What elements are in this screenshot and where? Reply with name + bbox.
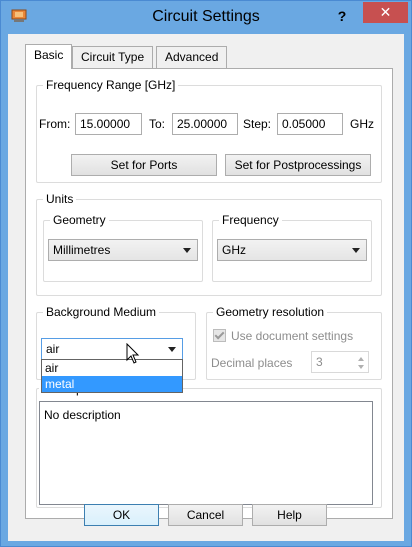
- geometry-resolution-title: Geometry resolution: [213, 305, 328, 319]
- step-input[interactable]: 0.05000: [277, 113, 343, 135]
- help-button[interactable]: Help: [252, 504, 327, 526]
- frequency-range-group: Frequency Range [GHz] From: 15.00000 To:…: [36, 78, 382, 183]
- units-title: Units: [43, 192, 77, 206]
- tab-panel-basic: Frequency Range [GHz] From: 15.00000 To:…: [25, 68, 393, 519]
- background-medium-group: Background Medium air air metal: [36, 305, 196, 393]
- title-bar[interactable]: Circuit Settings ? ✕: [1, 1, 411, 34]
- geometry-unit-value: Millimetres: [53, 243, 111, 257]
- tab-circuit-type[interactable]: Circuit Type: [72, 46, 154, 68]
- spin-up-icon[interactable]: [356, 355, 366, 363]
- to-input[interactable]: 25.00000: [172, 113, 238, 135]
- to-label: To:: [149, 117, 166, 131]
- geometry-unit-select[interactable]: Millimetres: [48, 239, 198, 261]
- background-medium-dropdown: air metal: [41, 359, 183, 393]
- dropdown-option-air[interactable]: air: [42, 360, 182, 376]
- ok-button[interactable]: OK: [84, 504, 159, 526]
- decimal-places-value: 3: [316, 355, 323, 369]
- use-document-settings-checkbox[interactable]: [213, 329, 226, 342]
- decimal-places-label: Decimal places: [211, 356, 293, 370]
- description-textarea[interactable]: No description: [39, 401, 373, 505]
- frequency-range-title: Frequency Range [GHz]: [43, 78, 179, 92]
- tab-basic[interactable]: Basic: [25, 44, 73, 69]
- cancel-button[interactable]: Cancel: [168, 504, 243, 526]
- dropdown-option-metal[interactable]: metal: [42, 376, 182, 392]
- set-for-postprocessings-button[interactable]: Set for Postprocessings: [225, 154, 371, 176]
- geometry-title: Geometry: [50, 213, 109, 227]
- frequency-unit-select[interactable]: GHz: [217, 239, 367, 261]
- dialog-window: Circuit Settings ? ✕ Basic Circuit Type …: [0, 0, 412, 547]
- chevron-down-icon: [168, 347, 176, 352]
- frequency-unit-title: Frequency: [219, 213, 282, 227]
- background-medium-title: Background Medium: [43, 305, 160, 319]
- geometry-resolution-group: Geometry resolution Use document setting…: [206, 305, 382, 380]
- decimal-places-spinbox[interactable]: 3: [311, 351, 369, 373]
- mouse-cursor-icon: [126, 343, 140, 364]
- background-medium-select[interactable]: air: [41, 338, 183, 360]
- from-label: From:: [39, 117, 71, 131]
- description-group: Description No description: [36, 382, 382, 508]
- units-group: Units Geometry Millimetres Frequency GHz: [36, 192, 382, 296]
- chevron-down-icon: [352, 248, 360, 253]
- description-text: No description: [44, 408, 121, 422]
- chevron-down-icon: [183, 248, 191, 253]
- background-medium-value: air: [46, 342, 60, 356]
- step-label: Step:: [243, 117, 272, 131]
- dialog-client-area: Basic Circuit Type Advanced Frequency Ra…: [8, 34, 404, 541]
- frequency-unit-group: Frequency GHz: [212, 213, 372, 282]
- set-for-ports-button[interactable]: Set for Ports: [71, 154, 217, 176]
- spin-down-icon[interactable]: [356, 363, 366, 371]
- from-input[interactable]: 15.00000: [75, 113, 142, 135]
- use-document-settings-label: Use document settings: [231, 329, 354, 343]
- unit-label: GHz: [350, 117, 374, 131]
- close-icon[interactable]: ✕: [363, 2, 408, 23]
- checkmark-icon: [214, 329, 225, 340]
- help-question-icon[interactable]: ?: [332, 6, 352, 26]
- geometry-group: Geometry Millimetres: [43, 213, 203, 282]
- frequency-unit-value: GHz: [222, 243, 246, 257]
- tab-advanced[interactable]: Advanced: [156, 46, 228, 68]
